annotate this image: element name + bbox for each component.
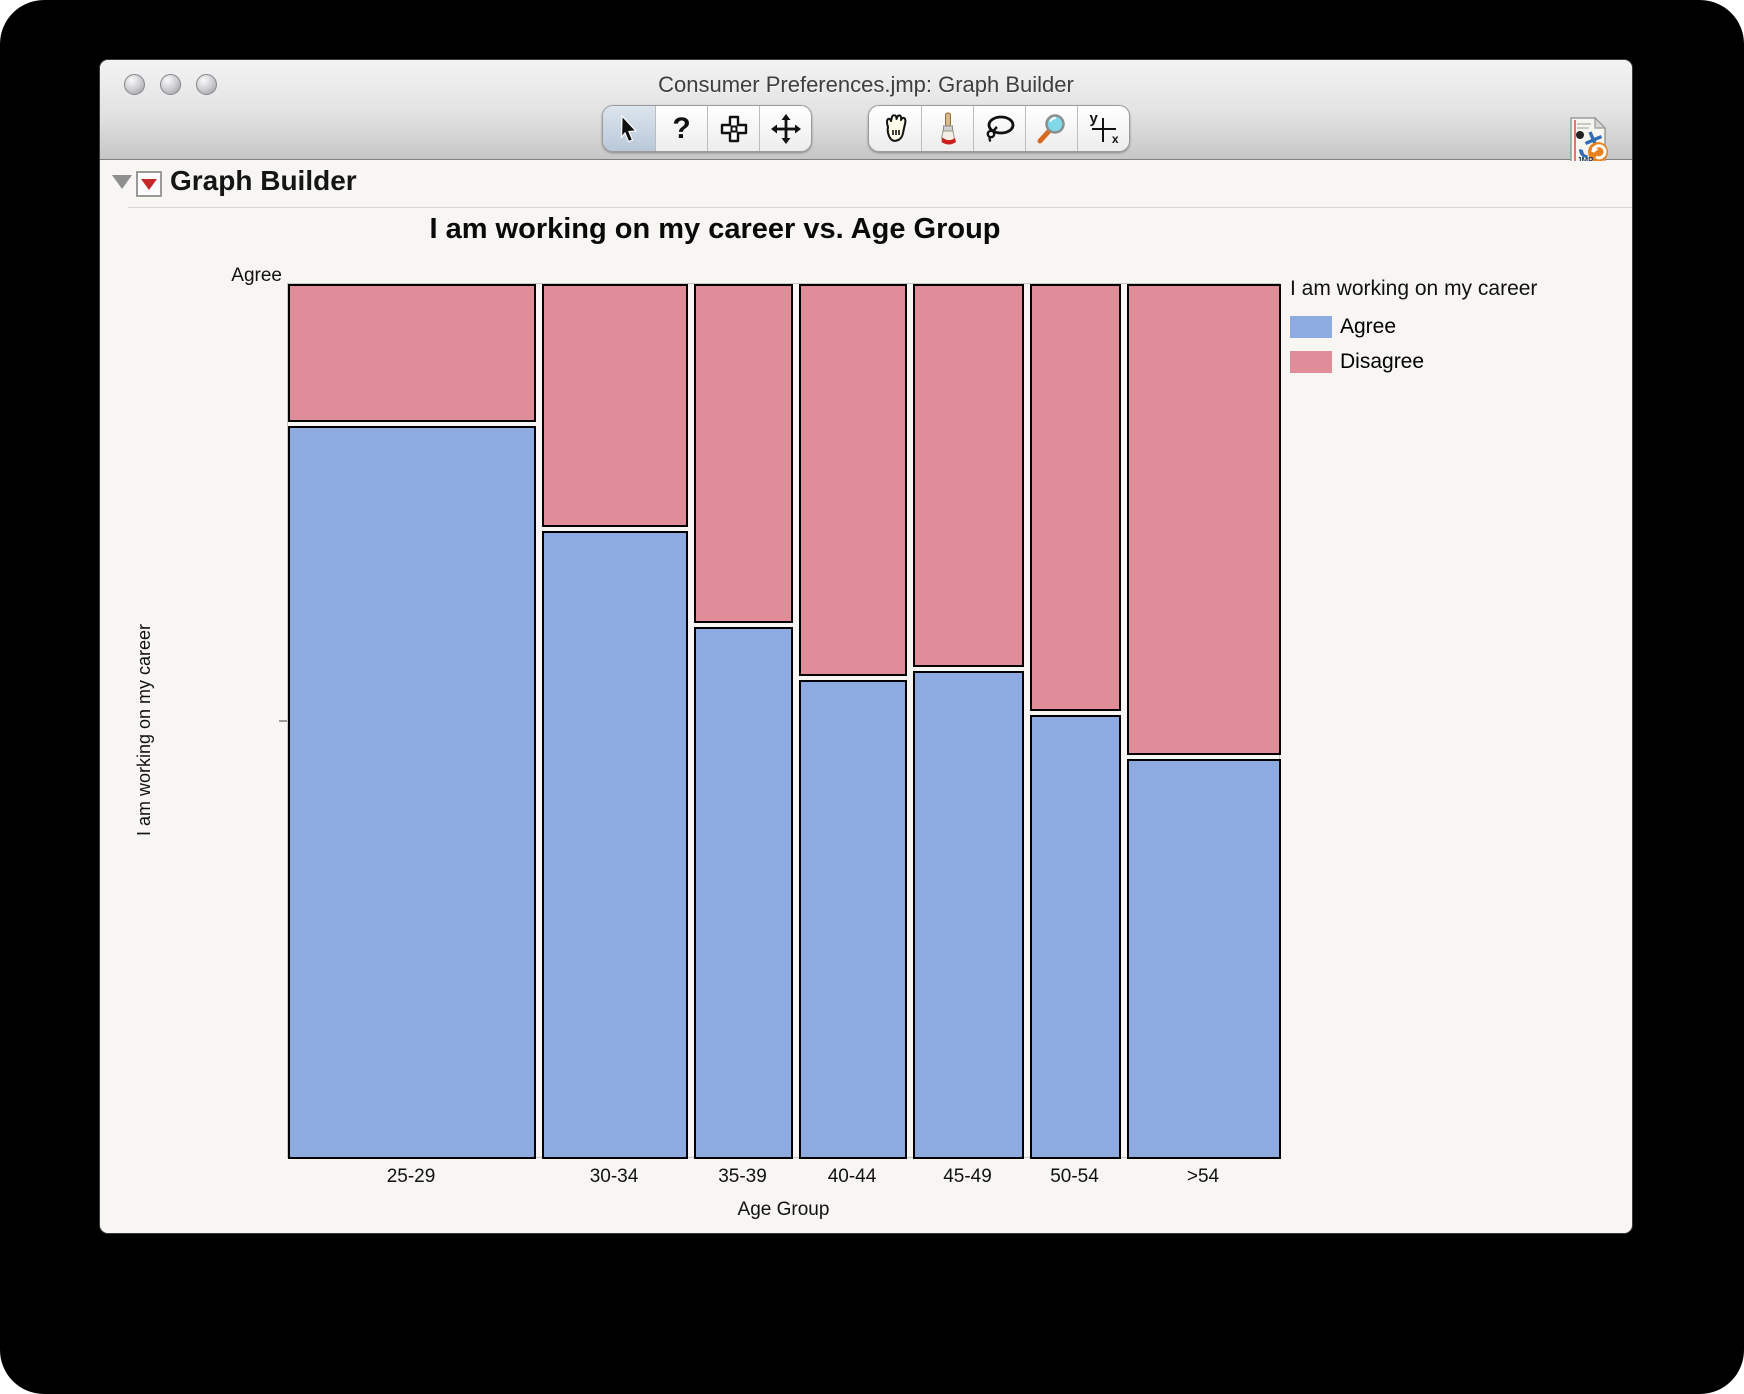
- segment-agree[interactable]: [913, 671, 1024, 1159]
- jmp-document-icon[interactable]: JMP: [1563, 116, 1613, 166]
- move-tool-button[interactable]: [759, 106, 811, 151]
- panel-divider: [128, 207, 1632, 208]
- legend-title: I am working on my career: [1290, 277, 1620, 301]
- segment-disagree[interactable]: [799, 284, 907, 676]
- segment-agree[interactable]: [542, 531, 688, 1159]
- question-mark-icon: ?: [672, 114, 690, 144]
- legend-swatch-disagree[interactable]: [1290, 351, 1332, 373]
- segment-disagree[interactable]: [542, 284, 688, 527]
- x-axis-title: Age Group: [287, 1199, 1280, 1221]
- legend-item-agree: Agree: [1290, 315, 1620, 339]
- segment-disagree[interactable]: [1030, 284, 1121, 711]
- mosaic-column-35-39[interactable]: [694, 284, 793, 1157]
- paintbrush-tool-button[interactable]: [921, 106, 973, 151]
- report-content: Graph Builder I am working on my career …: [100, 161, 1632, 1233]
- mosaic-column->54[interactable]: [1127, 284, 1281, 1157]
- x-axis-tick-label: 50-54: [1050, 1166, 1099, 1188]
- x-axis-tick-label: 35-39: [718, 1166, 767, 1188]
- screenshot-canvas: Consumer Preferences.jmp: Graph Builder …: [0, 0, 1744, 1394]
- paintbrush-icon: [935, 112, 961, 146]
- legend-label-disagree: Disagree: [1340, 350, 1424, 374]
- x-axis-tick-label: 25-29: [387, 1166, 436, 1188]
- x-axis-tick-labels: 25-29 30-34 35-39 40-44 45-49 50-54 >54: [287, 1166, 1280, 1192]
- legend-swatch-agree[interactable]: [1290, 316, 1332, 338]
- crosshair-axis-tool-button[interactable]: y x: [1077, 106, 1129, 151]
- magnifier-tool-button[interactable]: [1025, 106, 1077, 151]
- red-triangle-menu-button[interactable]: [136, 171, 162, 197]
- chart-title: I am working on my career vs. Age Group: [315, 213, 1115, 246]
- window-title: Consumer Preferences.jmp: Graph Builder: [100, 72, 1632, 98]
- segment-agree[interactable]: [694, 627, 793, 1159]
- y-axis-tick-mark: [279, 720, 287, 722]
- segment-disagree[interactable]: [694, 284, 793, 623]
- crosshair-yx-icon: y x: [1089, 114, 1119, 144]
- interaction-tool-group: y x: [868, 105, 1130, 152]
- segment-agree[interactable]: [1030, 715, 1121, 1159]
- tool-palette: ?: [100, 105, 1632, 152]
- segment-agree[interactable]: [1127, 759, 1281, 1159]
- lasso-icon: [984, 114, 1016, 144]
- magnifier-icon: [1036, 113, 1068, 145]
- mosaic-column-30-34[interactable]: [542, 284, 688, 1157]
- arrow-tool-button[interactable]: [603, 106, 655, 151]
- legend-item-disagree: Disagree: [1290, 350, 1620, 374]
- segment-disagree[interactable]: [288, 284, 536, 422]
- move-arrows-icon: [771, 114, 801, 144]
- lasso-tool-button[interactable]: [973, 106, 1025, 151]
- y-axis-tick-label: Agree: [198, 265, 282, 287]
- mosaic-column-25-29[interactable]: [288, 284, 536, 1157]
- jmp-graph-builder-window: Consumer Preferences.jmp: Graph Builder …: [100, 60, 1632, 1233]
- mosaic-column-40-44[interactable]: [799, 284, 907, 1157]
- x-axis-tick-label: 45-49: [943, 1166, 992, 1188]
- legend: I am working on my career Agree Disagree: [1290, 277, 1620, 385]
- help-tool-button[interactable]: ?: [655, 106, 707, 151]
- cursor-arrow-icon: [615, 114, 643, 144]
- plus-cross-icon: [719, 114, 749, 144]
- x-axis-tick-label: 30-34: [590, 1166, 639, 1188]
- mosaic-column-50-54[interactable]: [1030, 284, 1121, 1157]
- segment-disagree[interactable]: [1127, 284, 1281, 755]
- mosaic-column-45-49[interactable]: [913, 284, 1024, 1157]
- segment-agree[interactable]: [288, 426, 536, 1159]
- segment-agree[interactable]: [799, 680, 907, 1159]
- panel-title: Graph Builder: [170, 165, 357, 197]
- y-axis-title: I am working on my career: [134, 560, 156, 900]
- window-titlebar: Consumer Preferences.jmp: Graph Builder …: [100, 60, 1632, 160]
- brush-tool-button[interactable]: [707, 106, 759, 151]
- outline-disclosure-triangle-icon[interactable]: [112, 175, 132, 189]
- hand-icon: [880, 113, 910, 145]
- cursor-tool-group: ?: [602, 105, 812, 152]
- x-axis-tick-label: 40-44: [828, 1166, 877, 1188]
- grabber-tool-button[interactable]: [869, 106, 921, 151]
- x-axis-tick-label: >54: [1187, 1166, 1219, 1188]
- red-triangle-icon: [141, 179, 157, 190]
- mosaic-plot-area[interactable]: [287, 283, 1280, 1158]
- segment-disagree[interactable]: [913, 284, 1024, 667]
- legend-label-agree: Agree: [1340, 315, 1396, 339]
